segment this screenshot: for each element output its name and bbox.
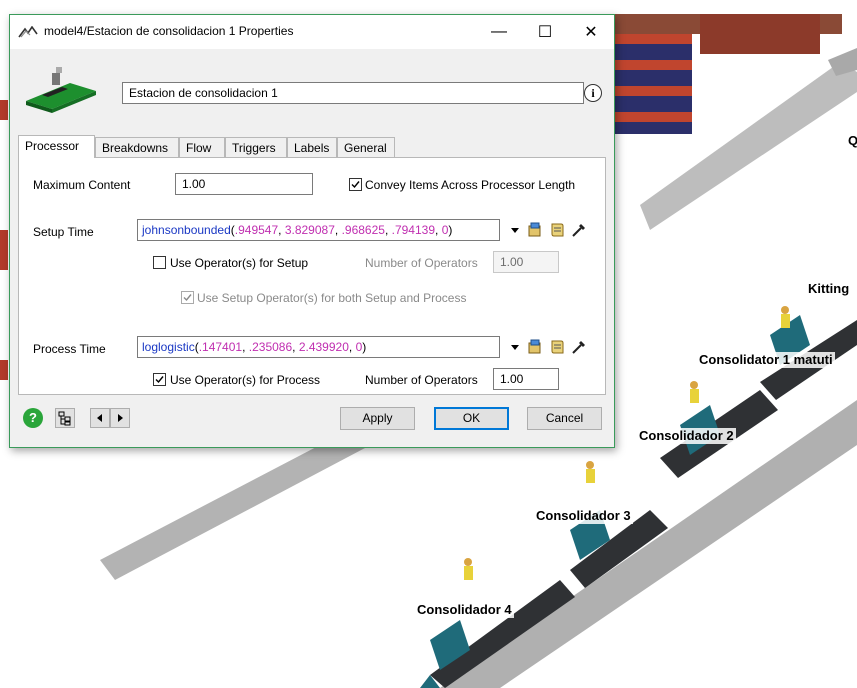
object-thumbnail-icon — [26, 67, 96, 113]
apply-button[interactable]: Apply — [340, 407, 415, 430]
both-setup-process-label: Use Setup Operator(s) for both Setup and… — [197, 291, 467, 305]
process-time-expression[interactable]: loglogistic(.147401, .235086, 2.439920, … — [137, 336, 500, 358]
scene-label-kitting: Kitting — [806, 281, 852, 297]
scene-label-q: Q — [846, 133, 857, 149]
tab-labels[interactable]: Labels — [287, 137, 337, 157]
object-header: i — [10, 49, 614, 133]
num-operators-setup-input[interactable] — [493, 251, 559, 273]
setup-time-label: Setup Time — [33, 225, 94, 239]
close-button[interactable]: ✕ — [568, 15, 614, 49]
tab-breakdowns[interactable]: Breakdowns — [95, 137, 179, 157]
scene-label-consolidador-3: Consolidador 3 — [534, 508, 633, 524]
help-icon[interactable]: ? — [23, 408, 43, 428]
use-operator-setup-checkbox[interactable] — [153, 256, 166, 269]
convey-items-label: Convey Items Across Processor Length — [365, 178, 576, 192]
max-content-input[interactable] — [175, 173, 313, 195]
arrow-left-icon — [97, 414, 102, 422]
tab-general[interactable]: General — [337, 137, 395, 157]
properties-dialog: model4/Estacion de consolidacion 1 Prope… — [9, 14, 615, 448]
setup-code-edit-icon[interactable] — [548, 221, 566, 239]
previous-object-button[interactable] — [90, 408, 110, 428]
num-operators-process-input[interactable] — [493, 368, 559, 390]
minimize-button[interactable]: — — [476, 15, 522, 49]
process-time-label: Process Time — [33, 342, 106, 356]
app-icon — [18, 26, 38, 38]
convey-items-checkbox[interactable] — [349, 178, 362, 191]
scene-label-consolidador-4: Consolidador 4 — [415, 602, 514, 618]
tab-flow[interactable]: Flow — [179, 137, 225, 157]
both-setup-process-checkbox[interactable] — [181, 291, 194, 304]
setup-properties-icon[interactable] — [526, 221, 544, 239]
maximize-button[interactable]: ☐ — [522, 15, 568, 49]
num-operators-setup-label: Number of Operators — [365, 256, 478, 270]
cancel-button[interactable]: Cancel — [527, 407, 602, 430]
window-title: model4/Estacion de consolidacion 1 Prope… — [44, 24, 294, 38]
process-eyedropper-icon[interactable] — [570, 338, 588, 356]
tree-icon — [58, 411, 71, 426]
setup-eyedropper-icon[interactable] — [570, 221, 588, 239]
use-operator-process-checkbox[interactable] — [153, 373, 166, 386]
processor-panel: Maximum Content Convey Items Across Proc… — [18, 157, 606, 395]
max-content-label: Maximum Content — [33, 178, 131, 192]
process-dropdown-arrow-icon[interactable] — [506, 338, 524, 356]
setup-dropdown-arrow-icon[interactable] — [506, 221, 524, 239]
use-operator-process-label: Use Operator(s) for Process — [170, 373, 321, 387]
scene-label-consolidator-1: Consolidator 1 matuti — [697, 352, 835, 368]
tab-processor[interactable]: Processor — [18, 135, 95, 158]
title-bar[interactable]: model4/Estacion de consolidacion 1 Prope… — [10, 15, 614, 49]
tree-view-button[interactable] — [55, 408, 75, 428]
setup-time-expression[interactable]: johnsonbounded(.949547, 3.829087, .96862… — [137, 219, 500, 241]
next-object-button[interactable] — [110, 408, 130, 428]
process-code-edit-icon[interactable] — [548, 338, 566, 356]
object-name-input[interactable] — [122, 82, 584, 104]
num-operators-process-label: Number of Operators — [365, 373, 478, 387]
process-properties-icon[interactable] — [526, 338, 544, 356]
scene-label-consolidador-2: Consolidador 2 — [637, 428, 736, 444]
ok-button[interactable]: OK — [434, 407, 509, 430]
arrow-right-icon — [118, 414, 123, 422]
use-operator-setup-label: Use Operator(s) for Setup — [170, 256, 309, 270]
info-icon[interactable]: i — [584, 84, 602, 102]
tab-triggers[interactable]: Triggers — [225, 137, 287, 157]
